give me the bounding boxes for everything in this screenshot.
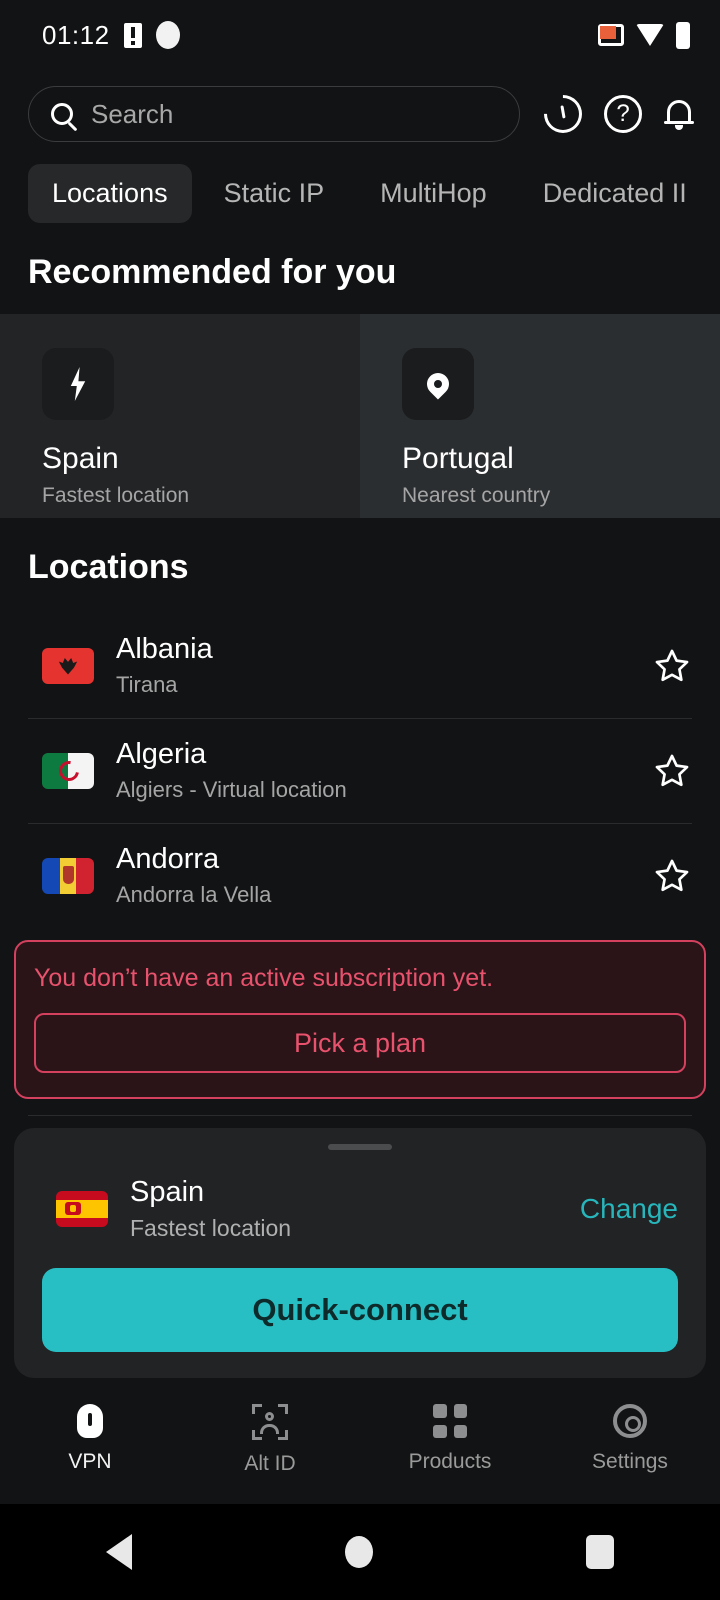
nav-label-products: Products [408,1450,492,1473]
recommended-cards: Spain Fastest location Portugal Nearest … [0,314,720,518]
nav-label-settings: Settings [592,1450,668,1473]
albania-flag-icon [42,647,94,684]
subscription-alert-message: You don’t have an active subscription ye… [34,964,494,992]
recommended-card-name: Spain [42,442,119,475]
recents-square-icon[interactable] [585,1535,614,1569]
sim-card-icon [123,22,142,48]
spain-flag-icon [56,1191,108,1227]
favorite-star-icon[interactable] [652,647,692,685]
battery-icon [676,21,690,49]
help-circle-icon[interactable]: ? [604,95,642,133]
tab-locations[interactable]: Locations [28,164,192,223]
speedometer-icon[interactable] [536,87,590,141]
nav-label-alt-id: Alt ID [244,1452,296,1475]
table-row[interactable]: Andorra Andorra la Vella [0,823,720,928]
tab-multihop[interactable]: MultiHop [356,164,511,223]
favorite-star-icon[interactable] [652,857,692,895]
recommended-heading: Recommended for you [0,223,720,314]
status-bar-right [598,21,690,49]
map-pin-icon [402,348,474,420]
location-text: Andorra Andorra la Vella [116,843,630,908]
divider [28,1115,692,1116]
back-triangle-icon[interactable] [106,1534,133,1570]
search-input[interactable]: Search [28,86,520,142]
recommended-card-subtitle: Fastest location [42,484,190,507]
identity-scan-icon [252,1404,288,1440]
location-city: Tirana [116,672,178,697]
recommended-card-subtitle: Nearest country [402,484,551,507]
location-text: Albania Tirana [116,633,630,698]
location-country: Algeria [116,738,207,770]
android-system-nav [0,1504,720,1600]
cast-icon [598,24,624,46]
table-row[interactable]: Algeria Algiers - Virtual location [0,718,720,823]
search-placeholder: Search [91,98,174,129]
selected-location-row: Spain Fastest location Change [14,1176,706,1242]
pick-a-plan-button[interactable]: Pick a plan [34,1013,686,1073]
selected-location-text: Spain Fastest location [130,1176,558,1242]
nav-item-alt-id[interactable]: Alt ID [180,1404,360,1504]
nav-item-vpn[interactable]: VPN [0,1404,180,1504]
recommended-card-nearest[interactable]: Portugal Nearest country [360,314,720,518]
location-country: Andorra [116,843,220,875]
location-country: Albania [116,633,213,665]
locations-section: Locations Albania Tirana Algeria Algiers… [0,518,720,928]
header-icons: ? [536,87,694,141]
location-city: Algiers - Virtual location [116,777,347,802]
recommended-card-fastest[interactable]: Spain Fastest location [0,314,360,518]
recording-dot-icon [155,21,180,49]
wifi-icon [636,24,664,46]
app-screen: 01:12 Search ? Locations Static IP Multi… [0,0,720,1600]
home-circle-icon[interactable] [344,1536,373,1568]
change-location-button[interactable]: Change [580,1193,678,1225]
search-icon [51,103,73,125]
nav-item-settings[interactable]: Settings [540,1404,720,1504]
bell-icon[interactable] [664,97,694,131]
table-row[interactable]: Albania Tirana [0,613,720,718]
search-row: Search ? [0,70,720,156]
tab-static-ip[interactable]: Static IP [200,164,349,223]
lightning-bolt-icon [42,348,114,420]
status-time: 01:12 [42,19,110,50]
status-bar-left: 01:12 [42,20,180,51]
recommended-card-name: Portugal [402,442,514,475]
locations-heading: Locations [28,548,189,586]
nav-label-vpn: VPN [68,1450,112,1473]
tab-bar: Locations Static IP MultiHop Dedicated I… [0,156,720,223]
andorra-flag-icon [42,857,94,894]
bottom-navigation: VPN Alt ID Products Settings [0,1394,720,1504]
nav-item-products[interactable]: Products [360,1404,540,1504]
location-city: Andorra la Vella [116,882,272,907]
shield-icon [77,1404,103,1438]
location-text: Algeria Algiers - Virtual location [116,738,630,803]
algeria-flag-icon [42,752,94,789]
status-bar: 01:12 [0,0,720,70]
grid-apps-icon [433,1404,467,1438]
tab-dedicated-ip[interactable]: Dedicated II [519,164,711,223]
favorite-star-icon[interactable] [652,752,692,790]
sheet-drag-handle[interactable] [328,1144,392,1150]
connect-bottom-sheet: Spain Fastest location Change Quick-conn… [14,1128,706,1378]
selected-location-name: Spain [130,1176,205,1208]
selected-location-subtitle: Fastest location [130,1215,292,1241]
gear-icon [613,1404,647,1438]
subscription-alert: You don’t have an active subscription ye… [14,940,706,1099]
quick-connect-button[interactable]: Quick-connect [42,1268,678,1352]
